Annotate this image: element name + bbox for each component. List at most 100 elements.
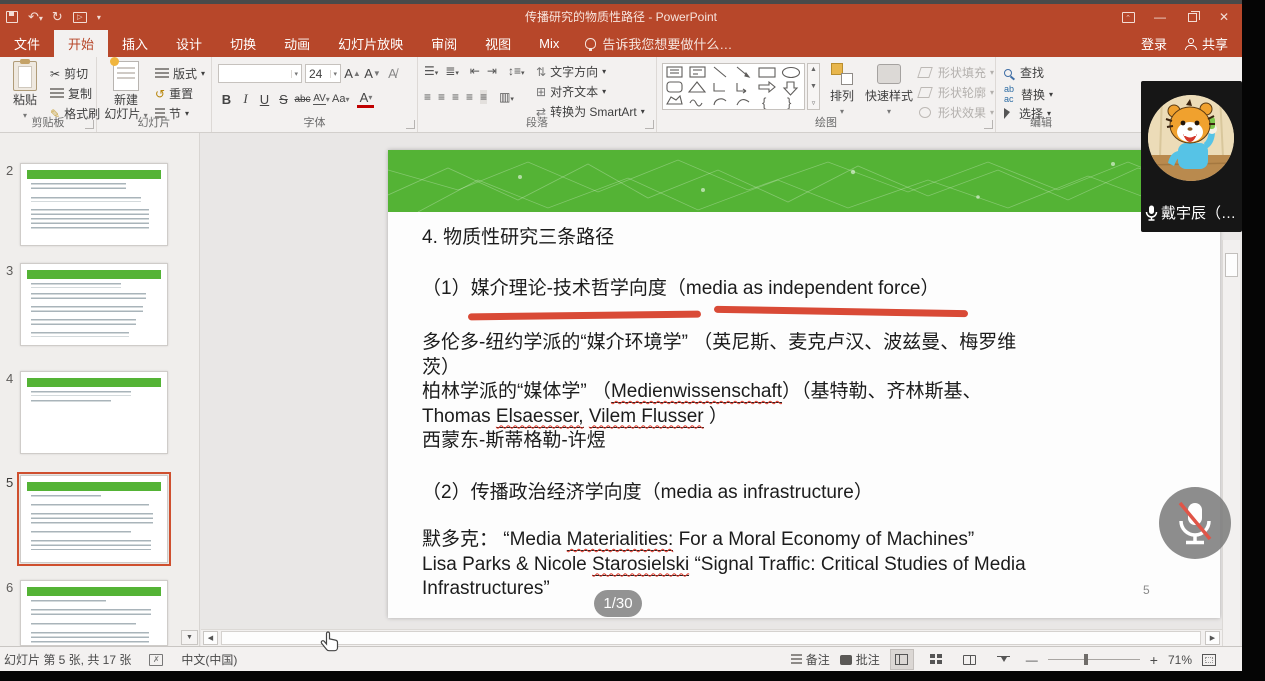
reset-button[interactable]: ↺重置: [155, 85, 193, 102]
slide-thumbnail-panel: 2 3 4: [0, 133, 200, 646]
underline-button[interactable]: U: [256, 90, 273, 108]
tell-me-box[interactable]: 告诉我您想要做什么…: [573, 30, 744, 57]
zoom-slider-thumb[interactable]: [1084, 654, 1088, 665]
thumbnail-slide-5[interactable]: [20, 475, 168, 563]
distribute-button[interactable]: ≡: [480, 90, 487, 104]
character-spacing-button[interactable]: AV▾: [313, 90, 330, 108]
zoom-out-button[interactable]: —: [1026, 653, 1038, 667]
change-case-button[interactable]: Aa▾: [332, 90, 349, 108]
bold-button[interactable]: B: [218, 90, 235, 108]
shapes-gallery[interactable]: { }: [662, 63, 805, 110]
reading-view-button[interactable]: [958, 649, 982, 670]
tab-file[interactable]: 文件: [0, 30, 54, 57]
scroll-left-button[interactable]: ◀: [203, 631, 218, 645]
sign-in-button[interactable]: 登录: [1141, 34, 1167, 53]
drawing-group: { } ▲ ▼ ▿ 排列▾: [657, 57, 996, 132]
quick-styles-button[interactable]: 快速样式▾: [863, 61, 915, 119]
normal-view-button[interactable]: [890, 649, 914, 670]
vertical-scrollbar[interactable]: ▼: [1222, 240, 1240, 671]
thumbnail-slide-2[interactable]: [20, 163, 168, 246]
align-left-button[interactable]: ≡: [424, 90, 431, 104]
strikethrough-button[interactable]: abc: [294, 90, 311, 108]
horizontal-scrollbar[interactable]: ◀ ▶: [201, 629, 1222, 646]
font-color-button[interactable]: A▾: [357, 90, 374, 108]
cut-button[interactable]: ✂剪切: [50, 65, 88, 82]
restore-button[interactable]: [1178, 6, 1206, 28]
font-dialog-launcher[interactable]: [406, 120, 415, 129]
increase-font-button[interactable]: A▲: [344, 65, 361, 83]
thumbnail-slide-4[interactable]: [20, 371, 168, 454]
replace-icon: abac: [1004, 84, 1014, 104]
scroll-right-button[interactable]: ▶: [1205, 631, 1220, 645]
tab-animations[interactable]: 动画: [270, 30, 324, 57]
thumbnail-slide-3[interactable]: [20, 263, 168, 346]
webcam-overlay[interactable]: 戴宇辰（…: [1141, 81, 1242, 232]
thumbnail-scroll-down-button[interactable]: ▼: [181, 630, 198, 645]
tab-review[interactable]: 审阅: [417, 30, 471, 57]
decrease-indent-button[interactable]: ⇤: [470, 64, 480, 78]
minimize-button[interactable]: —: [1146, 6, 1174, 28]
align-right-button[interactable]: ≡: [452, 90, 459, 104]
avatar: [1148, 95, 1234, 181]
vertical-scrollbar-thumb[interactable]: [1225, 253, 1238, 277]
zoom-slider[interactable]: [1048, 659, 1140, 661]
horizontal-scrollbar-track[interactable]: [221, 631, 1201, 645]
tab-mix[interactable]: Mix: [525, 30, 573, 57]
fit-to-window-button[interactable]: [1202, 654, 1216, 666]
comments-button[interactable]: 批注: [840, 651, 880, 668]
columns-button[interactable]: ▥▾: [499, 90, 514, 104]
align-text-button[interactable]: ⊞对齐文本▾: [536, 83, 606, 100]
thumbnail-slide-6[interactable]: [20, 580, 168, 646]
layout-icon: [155, 68, 169, 80]
align-center-button[interactable]: ≡: [438, 90, 445, 104]
numbering-button[interactable]: ≣▾: [445, 64, 459, 78]
shadow-button[interactable]: S: [275, 90, 292, 108]
shape-outline-button[interactable]: 形状轮廓▾: [919, 84, 994, 101]
slideshow-view-button[interactable]: [992, 649, 1016, 670]
line-spacing-button[interactable]: ↕≡▾: [508, 64, 525, 78]
layout-button[interactable]: 版式▾: [155, 65, 205, 82]
language-status[interactable]: 中文(中国): [181, 651, 237, 668]
copy-button[interactable]: 复制: [50, 85, 92, 102]
font-name-combo[interactable]: ▾: [218, 64, 302, 83]
notes-button[interactable]: 备注: [791, 651, 830, 668]
bullets-button[interactable]: ☰▾: [424, 64, 438, 78]
tab-insert[interactable]: 插入: [108, 30, 162, 57]
increase-indent-button[interactable]: ⇥: [487, 64, 497, 78]
arrange-button[interactable]: 排列▾: [823, 61, 861, 119]
shape-fill-button[interactable]: 形状填充▾: [919, 64, 994, 81]
muted-mic-icon: [1173, 499, 1217, 547]
arrange-icon: [831, 63, 853, 85]
spellcheck-icon[interactable]: ✗: [149, 654, 163, 666]
italic-button[interactable]: I: [237, 90, 254, 108]
zoom-in-button[interactable]: +: [1150, 652, 1158, 668]
thumb-number-5: 5: [6, 475, 18, 490]
drawing-dialog-launcher[interactable]: [984, 120, 993, 129]
zoom-percentage[interactable]: 71%: [1168, 653, 1192, 667]
tab-home[interactable]: 开始: [54, 30, 108, 57]
tab-slideshow[interactable]: 幻灯片放映: [324, 30, 417, 57]
text-direction-button[interactable]: ⇅文字方向▾: [536, 63, 606, 80]
slide-sorter-view-button[interactable]: [924, 649, 948, 670]
font-size-combo[interactable]: 24▾: [305, 64, 341, 83]
ribbon-display-options-button[interactable]: ⌃: [1114, 6, 1142, 28]
clear-formatting-button[interactable]: A̸: [384, 65, 401, 83]
share-button[interactable]: 共享: [1185, 34, 1228, 53]
slide-text-box[interactable]: 4. 物质性研究三条路径（1）媒介理论-技术哲学向度（media as inde…: [422, 226, 1026, 602]
paragraph-dialog-launcher[interactable]: [645, 120, 654, 129]
gallery-down-icon: ▼: [810, 83, 817, 90]
replace-button[interactable]: abac替换▾: [1004, 84, 1053, 104]
microphone-mute-button[interactable]: [1159, 487, 1231, 559]
tab-transitions[interactable]: 切换: [216, 30, 270, 57]
shapes-gallery-scroll[interactable]: ▲ ▼ ▿: [807, 63, 820, 110]
slide-canvas[interactable]: 4. 物质性研究三条路径（1）媒介理论-技术哲学向度（media as inde…: [388, 150, 1220, 618]
decrease-font-button[interactable]: A▼: [364, 65, 381, 83]
justify-button[interactable]: ≡: [466, 90, 473, 104]
find-button[interactable]: 查找: [1004, 64, 1044, 81]
clipboard-dialog-launcher[interactable]: [85, 120, 94, 129]
close-button[interactable]: ✕: [1210, 6, 1238, 28]
tab-design[interactable]: 设计: [162, 30, 216, 57]
tab-view[interactable]: 视图: [471, 30, 525, 57]
comment-bubble-icon: [840, 655, 852, 665]
notes-icon: [791, 654, 802, 666]
